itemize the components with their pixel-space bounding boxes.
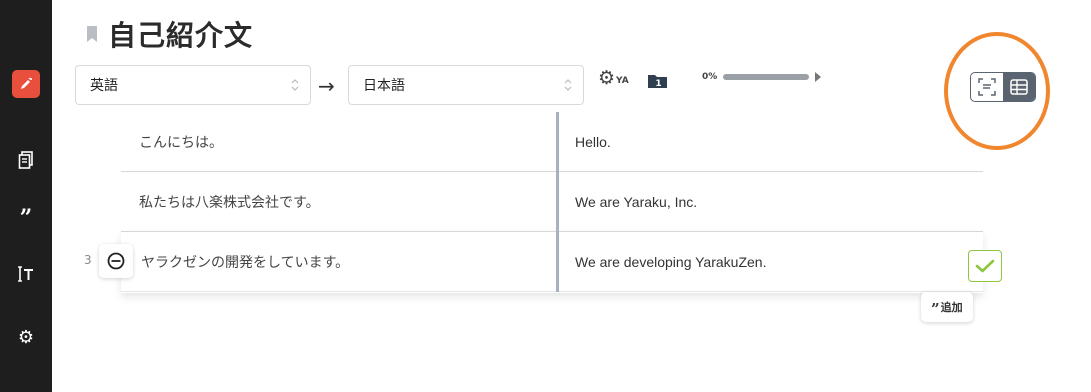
checkmark-icon [975,259,995,273]
segment-target[interactable]: We are developing YarakuZen. [559,232,983,292]
segment-source: ヤラクゼンの開発をしています。 [121,232,556,292]
gear-icon: ⚙ [17,327,35,348]
select-arrows-icon [564,79,572,91]
page-title: 自己紹介文 [108,19,254,52]
play-icon[interactable] [815,72,822,82]
folder-icon[interactable]: 1 [648,73,667,88]
sidebar-item-settings[interactable]: ⚙ [0,318,52,358]
target-language-value: 日本語 [363,78,405,94]
bookmark-icon[interactable] [86,25,98,43]
segment-table: こんにちは。 Hello. 私たちは八楽株式会社です。 We are Yarak… [121,112,983,292]
quote-icon: ” [931,299,940,318]
documents-icon [18,151,33,169]
sidebar-item-edit[interactable] [0,64,52,104]
engine-settings-button[interactable]: ⚙ YA [598,69,629,88]
add-label: 追加 [940,301,963,314]
segment-row-active[interactable]: ヤラクゼンの開発をしています。 We are developing Yaraku… [121,232,983,292]
page-header: 自己紹介文 [86,14,253,54]
add-to-glossary-button[interactable]: ” 追加 [921,292,973,322]
folder-count: 1 [655,79,661,88]
progress-indicator: 0% [702,72,822,82]
select-arrows-icon [291,79,299,91]
gear-icon: ⚙ [598,67,616,89]
sidebar-item-text[interactable] [0,254,52,294]
segment-row[interactable]: こんにちは。 Hello. [121,112,983,172]
engine-badge: YA [616,76,629,86]
sidebar: ” ⚙ [0,0,52,392]
remove-segment-button[interactable] [99,244,133,278]
view-mode-text-button[interactable] [971,73,1003,101]
edit-icon [21,77,32,89]
segment-target[interactable]: Hello. [559,112,983,172]
scan-text-icon [978,78,996,96]
segment-number: 3 [84,253,92,267]
target-language-select[interactable]: 日本語 [348,65,584,105]
sidebar-item-documents[interactable] [0,140,52,180]
confirm-segment-button[interactable] [968,250,1002,282]
view-mode-toggle [970,72,1036,102]
source-language-value: 英語 [90,78,118,94]
source-language-select[interactable]: 英語 [75,65,311,105]
segment-source: 私たちは八楽株式会社です。 [121,172,556,232]
view-mode-table-button[interactable] [1003,73,1035,101]
segment-source: こんにちは。 [121,112,556,172]
text-cursor-icon [18,266,33,282]
quote-icon: ” [19,205,33,231]
progress-bar [723,74,810,80]
segment-target[interactable]: We are Yaraku, Inc. [559,172,983,232]
segment-row[interactable]: 私たちは八楽株式会社です。 We are Yaraku, Inc. [121,172,983,232]
sidebar-item-quotes[interactable]: ” [0,198,52,238]
minus-circle-icon [107,252,125,270]
table-icon [1010,79,1028,95]
arrow-right-icon: → [318,74,335,98]
progress-label: 0% [702,72,718,82]
